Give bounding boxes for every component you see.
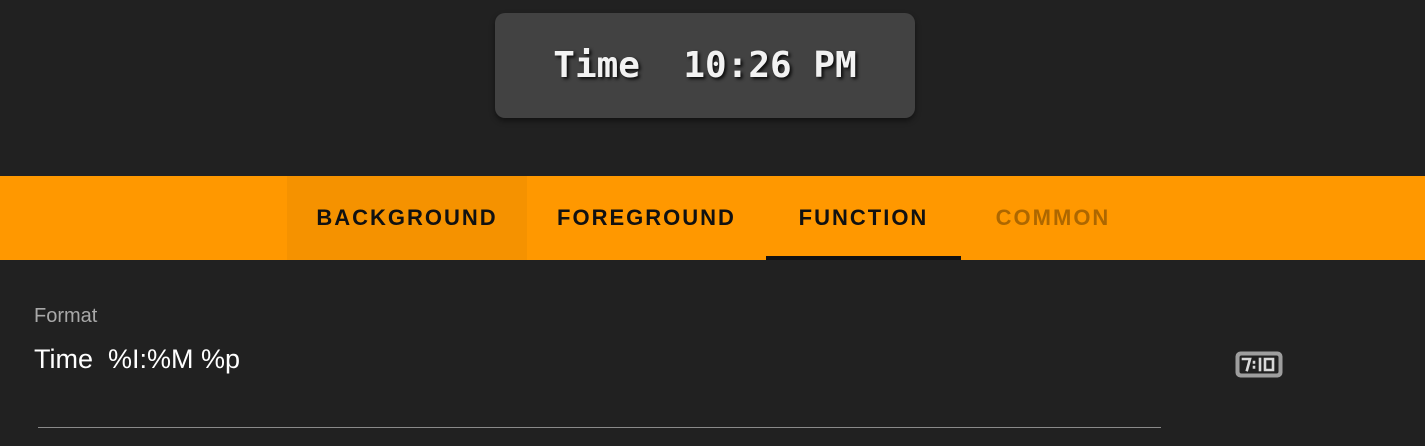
format-input[interactable] [34, 340, 1154, 378]
tab-function[interactable]: FUNCTION [766, 176, 961, 260]
tab-background[interactable]: BACKGROUND [287, 176, 527, 260]
tab-common[interactable]: COMMON [961, 176, 1145, 260]
active-tab-indicator [766, 256, 961, 260]
time-preview-card: Time 10:26 PM [495, 13, 915, 118]
widget-editor: Time 10:26 PM BACKGROUND FOREGROUND FUNC… [0, 0, 1425, 446]
digital-clock-icon[interactable] [1235, 351, 1283, 378]
time-preview-text: Time 10:26 PM [553, 45, 857, 86]
tab-foreground[interactable]: FOREGROUND [527, 176, 766, 260]
format-field-underline [38, 427, 1161, 428]
format-field-label: Format [34, 305, 98, 327]
tab-bar: BACKGROUND FOREGROUND FUNCTION COMMON [0, 176, 1425, 260]
